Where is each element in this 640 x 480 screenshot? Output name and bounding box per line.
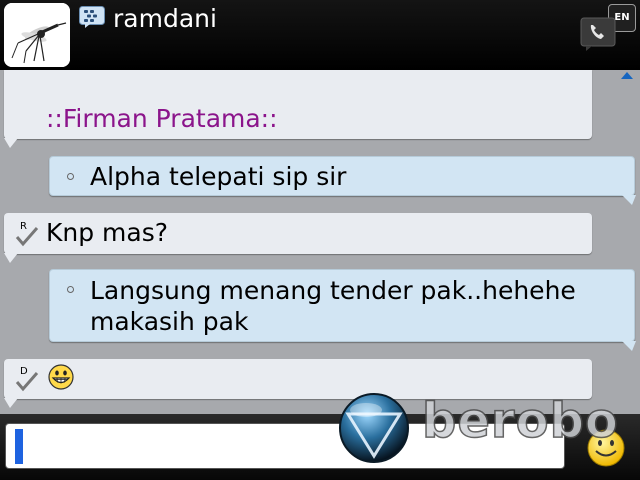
text-caret (15, 429, 23, 464)
message-text: Knp mas? (46, 218, 169, 247)
message-text-line-2: makasih pak (90, 307, 249, 336)
delivered-check-icon (15, 372, 39, 392)
phone-icon[interactable] (580, 17, 616, 51)
bullet-icon (67, 286, 74, 293)
bubble-tail (4, 398, 18, 408)
read-check-icon (15, 227, 39, 247)
bbm-icon (79, 6, 105, 28)
message-bubble-incoming[interactable]: ::Firman Pratama:: (4, 70, 592, 139)
message-bubble-incoming[interactable]: R Knp mas? (4, 213, 592, 254)
message-text: Alpha telepati sip sir (90, 162, 347, 191)
message-text-line-1: Langsung menang tender pak..hehehe (90, 276, 576, 305)
chat-header: ramdani EN (0, 0, 640, 70)
bubble-tail (622, 195, 636, 205)
contact-name: ramdani (113, 4, 217, 33)
bubble-tail (622, 341, 636, 351)
scroll-up-arrow-icon[interactable] (620, 70, 634, 80)
bullet-icon (67, 173, 74, 180)
watermark-text: berobo (421, 392, 619, 450)
grin-emoticon-icon (48, 364, 74, 390)
contact-avatar[interactable] (4, 3, 70, 67)
bubble-tail (4, 253, 18, 263)
bubble-tail (4, 138, 18, 148)
message-bubble-outgoing[interactable]: Langsung menang tender pak..hehehe makas… (49, 269, 635, 342)
sender-name: ::Firman Pratama:: (46, 104, 278, 133)
mosquito-avatar-icon (4, 3, 70, 67)
message-bubble-outgoing[interactable]: Alpha telepati sip sir (49, 156, 635, 196)
